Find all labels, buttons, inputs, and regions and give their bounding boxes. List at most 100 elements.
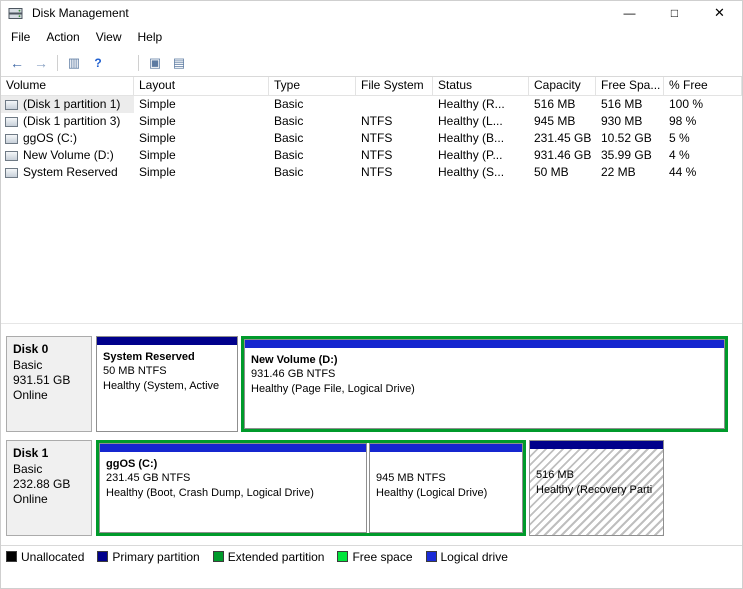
partition-status: Healthy (System, Active	[103, 380, 220, 392]
disk-management-window: Disk Management — □ ✕ File Action View H…	[0, 0, 743, 589]
partition-size: 231.45 GB NTFS	[106, 472, 191, 484]
disk-management-app-icon	[8, 6, 23, 21]
partition-size: 516 MB	[536, 469, 574, 481]
file-system-cell: NTFS	[361, 165, 393, 179]
help-icon[interactable]: ?	[86, 52, 110, 74]
pct-free-cell: 44 %	[669, 165, 697, 179]
show-console-tree-icon[interactable]: ▥	[62, 52, 86, 74]
capacity-cell: 50 MB	[534, 165, 569, 179]
partition-945mb[interactable]: 945 MB NTFS Healthy (Logical Drive)	[369, 443, 523, 533]
volume-row-ggos-c[interactable]: ggOS (C:) Simple Basic NTFS Healthy (B..…	[1, 130, 742, 147]
graphical-view: Disk 0 Basic 931.51 GB Online System Res…	[1, 324, 742, 545]
logical-drive-strip	[245, 340, 724, 348]
free-space-cell: 10.52 GB	[601, 131, 652, 145]
partition-system-reserved[interactable]: System Reserved 50 MB NTFS Healthy (Syst…	[96, 336, 238, 432]
partition-title	[376, 457, 522, 471]
status-cell: Healthy (R...	[438, 97, 505, 111]
volume-name-cell: New Volume (D:)	[1, 147, 134, 164]
volume-list: Volume Layout Type File System Status Ca…	[1, 77, 742, 324]
toolbar-separator	[138, 54, 139, 71]
column-header-pct-free[interactable]: % Free	[664, 77, 742, 95]
legend-label: Logical drive	[440, 549, 508, 564]
pct-free-cell: 5 %	[669, 131, 690, 145]
volume-row-system-reserved[interactable]: System Reserved Simple Basic NTFS Health…	[1, 164, 742, 181]
layout-cell: Simple	[139, 114, 176, 128]
primary-partition-swatch	[97, 551, 109, 562]
partition-title: ggOS (C:)	[106, 458, 158, 470]
type-cell: Basic	[274, 165, 304, 179]
volume-icon	[5, 150, 18, 161]
disk1-header[interactable]: Disk 1 Basic 232.88 GB Online	[6, 440, 92, 536]
free-space-cell: 22 MB	[601, 165, 636, 179]
volume-row-disk1-partition3[interactable]: (Disk 1 partition 3) Simple Basic NTFS H…	[1, 113, 742, 130]
partition-status: Healthy (Logical Drive)	[376, 487, 488, 499]
status-cell: Healthy (B...	[438, 131, 505, 145]
column-header-file-system[interactable]: File System	[356, 77, 433, 95]
partition-ggos-c[interactable]: ggOS (C:) 231.45 GB NTFS Healthy (Boot, …	[99, 443, 367, 533]
legend-item-extended-partition: Extended partition	[212, 550, 324, 564]
unallocated-swatch	[6, 551, 17, 562]
partition-status: Healthy (Page File, Logical Drive)	[251, 383, 415, 395]
disk-status: Online	[13, 388, 48, 402]
column-header-volume[interactable]: Volume	[1, 77, 134, 95]
capacity-cell: 945 MB	[534, 114, 576, 128]
partition-new-volume-d[interactable]: New Volume (D:) 931.46 GB NTFS Healthy (…	[244, 339, 725, 429]
close-button[interactable]: ✕	[697, 1, 742, 25]
disk-size: 232.88 GB	[13, 477, 71, 491]
partition-title: New Volume (D:)	[251, 354, 338, 366]
file-system-cell: NTFS	[361, 131, 393, 145]
logical-drive-strip	[100, 444, 366, 452]
layout-cell: Simple	[139, 131, 176, 145]
status-cell: Healthy (P...	[438, 148, 503, 162]
volume-row-disk1-partition1[interactable]: (Disk 1 partition 1) Simple Basic Health…	[1, 96, 742, 113]
disk-name: Disk 1	[13, 446, 49, 460]
type-cell: Basic	[274, 148, 304, 162]
disk-type: Basic	[13, 358, 43, 372]
minimize-button[interactable]: —	[607, 1, 652, 25]
forward-icon[interactable]: →	[29, 52, 53, 74]
partition-status: Healthy (Boot, Crash Dump, Logical Drive…	[106, 487, 314, 499]
menu-help[interactable]: Help	[130, 27, 171, 47]
volume-row-new-volume-d[interactable]: New Volume (D:) Simple Basic NTFS Health…	[1, 147, 742, 164]
window-title: Disk Management	[32, 6, 129, 20]
menu-view[interactable]: View	[88, 27, 130, 47]
disk-type: Basic	[13, 462, 43, 476]
partition-size: 50 MB NTFS	[103, 365, 167, 377]
type-cell: Basic	[274, 97, 304, 111]
show-action-pane-icon[interactable]: ▣	[143, 52, 167, 74]
volume-icon	[5, 167, 18, 178]
disk0-partitions: System Reserved 50 MB NTFS Healthy (Syst…	[96, 336, 728, 432]
logical-drive-swatch	[425, 551, 437, 562]
column-header-type[interactable]: Type	[269, 77, 356, 95]
status-cell: Healthy (L...	[438, 114, 503, 128]
window-controls: — □ ✕	[607, 1, 742, 25]
back-icon[interactable]: ←	[5, 52, 29, 74]
capacity-cell: 931.46 GB	[534, 148, 592, 162]
pct-free-cell: 98 %	[669, 114, 697, 128]
menu-action[interactable]: Action	[38, 27, 87, 47]
volume-name-cell: System Reserved	[1, 164, 134, 181]
disk0-header[interactable]: Disk 0 Basic 931.51 GB Online	[6, 336, 92, 432]
partition-516mb-recovery[interactable]: 516 MB Healthy (Recovery Parti	[529, 440, 664, 536]
menu-file[interactable]: File	[3, 27, 38, 47]
volume-icon	[5, 99, 18, 110]
column-header-status[interactable]: Status	[433, 77, 529, 95]
layout-cell: Simple	[139, 97, 176, 111]
logical-drive-strip	[370, 444, 522, 452]
maximize-button[interactable]: □	[652, 1, 697, 25]
column-header-capacity[interactable]: Capacity	[529, 77, 596, 95]
type-cell: Basic	[274, 131, 304, 145]
disk1-partitions: ggOS (C:) 231.45 GB NTFS Healthy (Boot, …	[96, 440, 664, 536]
column-header-free-space[interactable]: Free Spa...	[596, 77, 664, 95]
column-header-layout[interactable]: Layout	[134, 77, 269, 95]
legend-label: Unallocated	[21, 549, 85, 564]
layout-cell: Simple	[139, 165, 176, 179]
primary-partition-strip	[530, 441, 663, 449]
legend-item-primary-partition: Primary partition	[97, 550, 200, 564]
primary-partition-strip	[97, 337, 237, 345]
volume-icon	[5, 133, 18, 144]
layout-cell: Simple	[139, 148, 176, 162]
partition-size: 945 MB NTFS	[376, 472, 446, 484]
details-view-icon[interactable]: ▤	[167, 52, 191, 74]
extended-partition-region: New Volume (D:) 931.46 GB NTFS Healthy (…	[241, 336, 728, 432]
